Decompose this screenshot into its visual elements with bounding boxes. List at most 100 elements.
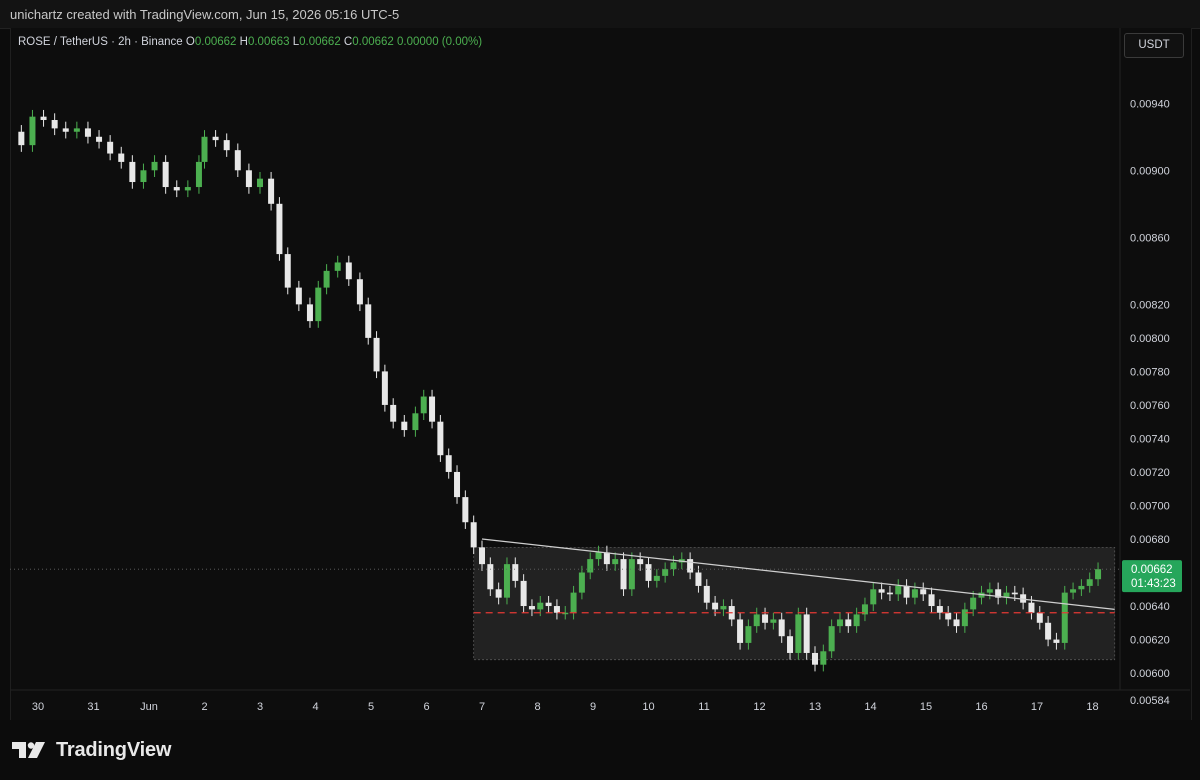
candle-body xyxy=(420,396,427,414)
candle-body xyxy=(373,337,380,372)
candle-body xyxy=(284,254,291,288)
top-bar: unichartz created with TradingView.com, … xyxy=(0,0,1200,29)
candle-body xyxy=(295,287,302,305)
range-zone-box xyxy=(473,546,1116,661)
candle-body xyxy=(1086,579,1093,586)
candle-body xyxy=(762,614,769,623)
candle-body xyxy=(195,161,202,188)
price-tick-label: 0.00700 xyxy=(1130,500,1170,512)
date-tick-label: 31 xyxy=(87,701,99,713)
candle-body xyxy=(687,559,694,573)
candle-body xyxy=(412,413,419,431)
candle-body xyxy=(381,371,388,405)
candle-body xyxy=(587,559,594,573)
price-tick-label: 0.00940 xyxy=(1130,98,1170,110)
date-tick-label: 12 xyxy=(753,701,765,713)
open-label: O xyxy=(185,36,195,48)
candle-body xyxy=(753,614,760,627)
price-chart[interactable]: 0.00940 0.00900 0.00860 0.00820 0.00800 0.007… xyxy=(0,28,1200,720)
candle-body xyxy=(487,564,494,590)
candle-body xyxy=(62,128,69,132)
candle-body xyxy=(84,128,91,137)
candle-body xyxy=(970,597,977,610)
candle-body xyxy=(895,585,902,595)
candle-body xyxy=(787,636,794,653)
candle-body xyxy=(118,153,125,162)
candle-body xyxy=(1078,585,1085,590)
candle-body xyxy=(96,136,103,142)
candle-body xyxy=(911,589,918,598)
candle-body xyxy=(479,547,485,565)
candle-body xyxy=(903,585,910,598)
candle-body xyxy=(334,262,341,271)
candle-body xyxy=(695,572,702,586)
candle-body xyxy=(845,619,852,627)
candle-body xyxy=(1036,612,1043,623)
change-value: 0.00000 (0.00%) xyxy=(397,36,483,48)
date-tick-label: 2 xyxy=(201,701,207,713)
date-tick-label: 11 xyxy=(698,701,709,713)
candle-body xyxy=(812,652,818,665)
candle-body xyxy=(853,614,860,627)
open-value: 0.00662 xyxy=(194,36,237,48)
candle-body xyxy=(107,141,114,154)
candle-body xyxy=(653,575,660,581)
candle-body xyxy=(162,161,169,188)
price-tick-label: 0.00680 xyxy=(1130,534,1170,546)
candle-body xyxy=(737,619,744,643)
tradingview-brand-text: TradingView xyxy=(56,738,172,761)
candle-body xyxy=(795,614,802,653)
price-tick-label: 0.00900 xyxy=(1130,165,1170,177)
price-tick-label: 0.00584 xyxy=(1130,695,1170,707)
date-tick-label: 16 xyxy=(975,701,987,713)
candle-body xyxy=(454,471,461,498)
date-tick-label: 3 xyxy=(257,701,263,713)
candle-body xyxy=(578,572,585,593)
date-tick-label: 14 xyxy=(864,701,876,713)
date-tick-label: 7 xyxy=(479,701,485,713)
range-zone-layer xyxy=(473,546,1116,661)
price-tick-label: 0.00820 xyxy=(1130,299,1170,311)
candle-body xyxy=(645,564,652,581)
high-label: H xyxy=(239,36,248,48)
date-tick-label: 4 xyxy=(312,701,318,713)
candle-body xyxy=(537,602,544,610)
date-tick-label: 30 xyxy=(32,701,44,713)
candle-body xyxy=(886,592,893,595)
candle-body xyxy=(545,602,552,607)
date-tick-label: 8 xyxy=(534,701,540,713)
tradingview-logo[interactable]: TradingView xyxy=(12,738,171,762)
candle-body xyxy=(437,421,444,456)
candle-body xyxy=(257,178,263,188)
candle-body xyxy=(662,569,669,576)
candle-body xyxy=(268,178,275,204)
candle-body xyxy=(495,589,502,598)
candle-body xyxy=(73,128,80,132)
candle-body xyxy=(212,136,219,141)
date-tick-label: 13 xyxy=(809,701,821,713)
candle-body xyxy=(429,396,436,422)
candle-body xyxy=(612,559,619,565)
candle-body xyxy=(570,592,577,613)
candle-body xyxy=(820,651,827,665)
date-tick-label: 10 xyxy=(642,701,654,713)
tradingview-logo-icon xyxy=(12,742,45,758)
candle-body xyxy=(323,270,330,288)
price-tick-label: 0.00640 xyxy=(1130,601,1170,613)
candle-body xyxy=(703,585,710,603)
candle-body xyxy=(778,619,785,637)
candle-body xyxy=(870,589,877,605)
candle-body xyxy=(356,279,363,305)
candle-body xyxy=(953,619,960,627)
date-tick-label: 6 xyxy=(423,701,429,713)
candle-body xyxy=(712,602,719,610)
candle-body xyxy=(390,404,397,422)
price-axis: 0.00940 0.00900 0.00860 0.00820 0.00800 0.007… xyxy=(1130,98,1170,707)
date-tick-label: 18 xyxy=(1086,701,1098,713)
last-price-text: 0.00662 xyxy=(1131,564,1173,576)
currency-button[interactable]: USDT xyxy=(1124,33,1184,58)
candle-body xyxy=(520,580,527,607)
attribution-text: unichartz created with TradingView.com, … xyxy=(10,7,400,22)
candle-body xyxy=(628,559,635,590)
date-tick-label: 17 xyxy=(1031,701,1043,713)
